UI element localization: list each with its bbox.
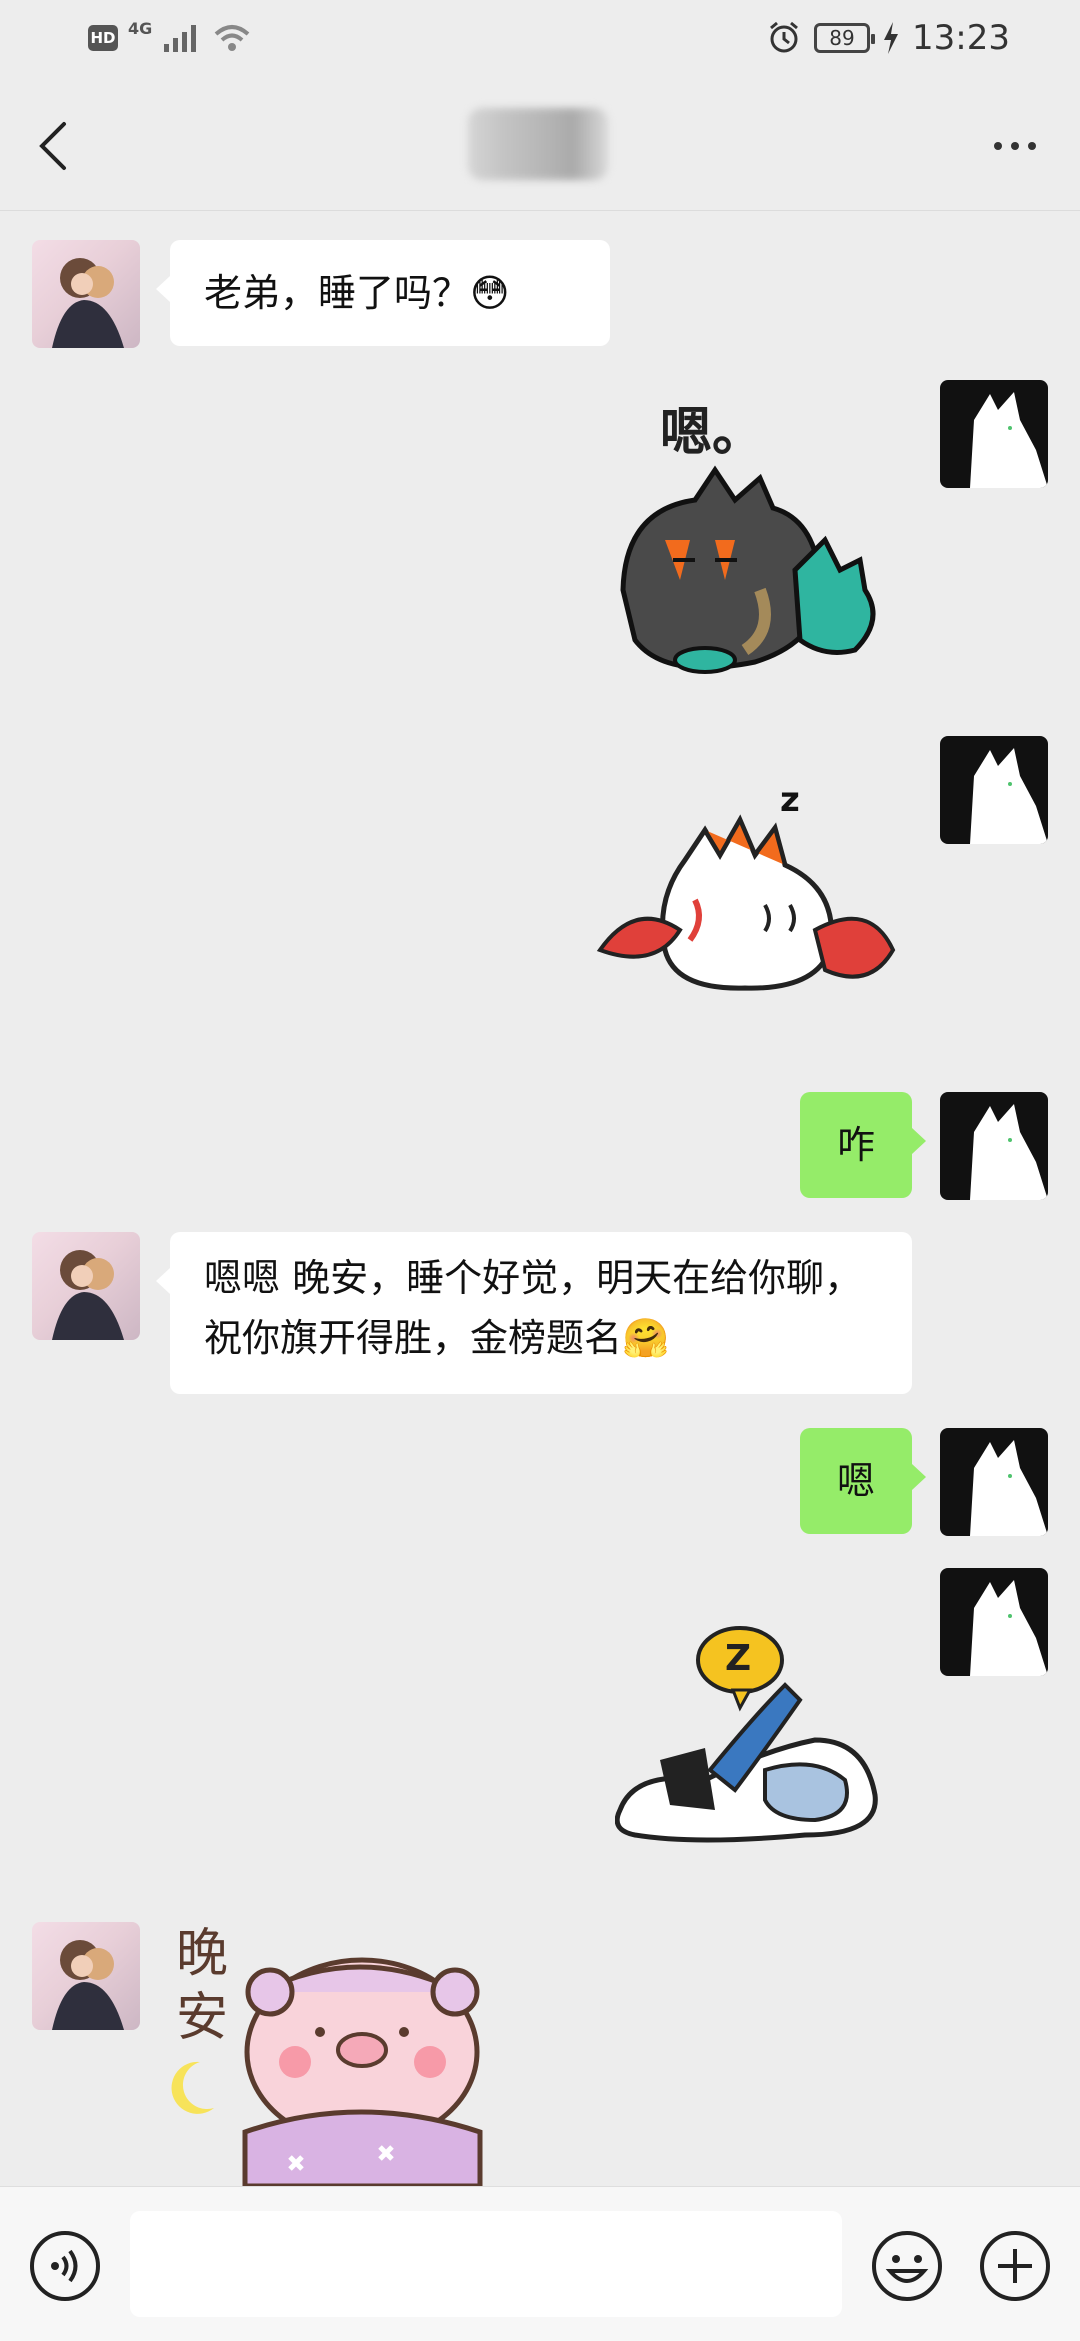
back-icon [39,122,66,170]
hd-badge: HD [88,25,118,51]
battery-indicator: 89 [814,23,876,53]
back-button[interactable] [30,116,80,176]
message-bubble-received[interactable]: 嗯嗯 晚安，睡个好觉，明天在给你聊，祝你旗开得胜，金榜题名🤗 [156,1232,912,1394]
more-button[interactable] [980,126,1050,166]
my-avatar[interactable] [940,1428,1048,1536]
emoji-icon [872,2231,942,2301]
friend-avatar[interactable] [32,1232,140,1340]
alarm-icon [770,21,798,53]
more-icon [994,142,1002,150]
sticker-caption: Z [725,1638,752,1679]
status-right: 89 13:23 [766,18,1010,58]
plus-button[interactable] [978,2229,1052,2303]
status-bar: HD 4G 89 13:23 [0,0,1080,80]
message-input[interactable] [130,2211,842,2317]
chat-title [468,108,608,180]
charging-icon [884,22,899,54]
network-label: 4G [128,18,153,38]
my-avatar[interactable] [940,1092,1048,1200]
message-bubble-received[interactable]: 老弟，睡了吗？😳 [156,240,610,346]
sticker-pig-goodnight[interactable]: 晚安 [170,1922,500,2186]
emoji-button[interactable] [870,2229,944,2303]
input-bar [0,2186,1080,2341]
signal-icon [164,25,197,52]
wifi-icon [214,25,250,51]
friend-avatar[interactable] [32,1922,140,2030]
message-text: 嗯嗯 晚安，睡个好觉，明天在给你聊，祝你旗开得胜，金榜题名🤗 [204,1256,863,1360]
chat-header [0,80,1080,211]
message-text: 咋 [836,1123,875,1167]
my-avatar[interactable] [940,736,1048,844]
message-bubble-sent[interactable]: 咋 [800,1092,926,1198]
message-text: 嗯 [836,1459,875,1503]
plus-icon [980,2231,1050,2301]
sticker-white-creature[interactable]: z [595,780,915,1000]
status-left: HD 4G [88,18,252,54]
sticker-sleeping[interactable]: Z [615,1620,885,1860]
friend-avatar[interactable] [32,240,140,348]
message-bubble-sent[interactable]: 嗯 [800,1428,926,1534]
my-avatar[interactable] [940,1568,1048,1676]
voice-button[interactable] [28,2229,102,2303]
message-text: 老弟，睡了吗？😳 [204,271,510,315]
clock: 13:23 [912,18,1010,58]
my-avatar[interactable] [940,380,1048,488]
sticker-dragon[interactable]: 嗯。 [585,390,910,690]
voice-icon [30,2231,100,2301]
